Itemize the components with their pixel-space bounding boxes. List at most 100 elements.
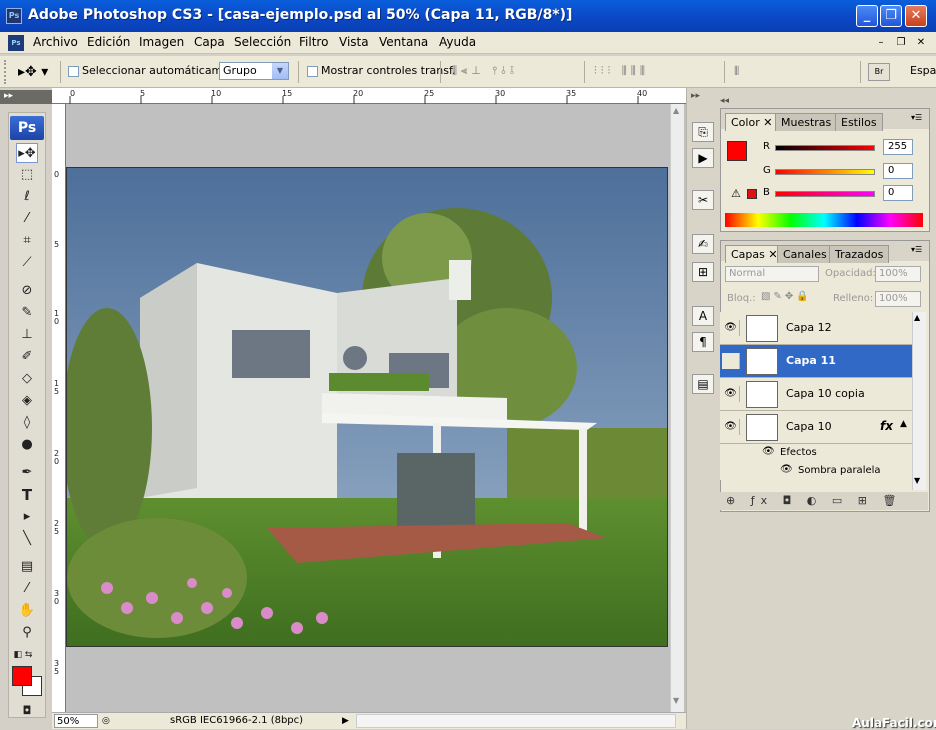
panel-foreground-swatch[interactable] xyxy=(727,141,747,161)
fill-field[interactable]: 100% xyxy=(875,291,921,307)
tab-trazados[interactable]: Trazados xyxy=(829,245,890,263)
menu-seleccion[interactable]: Selección xyxy=(234,35,291,49)
pen-tool[interactable]: ✒ xyxy=(16,463,38,483)
menu-imagen[interactable]: Imagen xyxy=(139,35,184,49)
tab-color[interactable]: Color ✕ xyxy=(725,113,779,131)
panel-menu-icon[interactable]: ▾☰ xyxy=(911,113,922,122)
vertical-ruler[interactable]: 0 5 1 0 1 5 2 0 2 5 3 0 3 5 xyxy=(52,104,66,712)
color-ramp[interactable] xyxy=(725,213,923,227)
foreground-color-swatch[interactable] xyxy=(12,666,32,686)
maximize-button[interactable]: ❐ xyxy=(880,5,902,27)
brushes-icon[interactable]: ✍ xyxy=(692,234,714,254)
tab-capas[interactable]: Capas ✕ xyxy=(725,245,784,263)
document-canvas[interactable] xyxy=(66,167,668,647)
tab-canales[interactable]: Canales xyxy=(777,245,833,263)
layer-row[interactable]: 👁 Capa 10 fx ▲ xyxy=(720,411,912,444)
actions-icon[interactable]: ▶ xyxy=(692,148,714,168)
eyedropper-tool[interactable]: ⁄ xyxy=(16,579,38,599)
effects-row[interactable]: 👁 Efectos xyxy=(720,444,912,462)
auto-select-checkbox[interactable] xyxy=(68,66,79,77)
align-icons-group[interactable]: ⫼⫷⊥ ⫯⫰⫱ xyxy=(452,64,582,80)
menu-ayuda[interactable]: Ayuda xyxy=(439,35,476,49)
navigator-icon[interactable]: ⎘ xyxy=(692,122,714,142)
menu-filtro[interactable]: Filtro xyxy=(299,35,328,49)
channel-b-slider[interactable] xyxy=(775,191,875,197)
workspace-label[interactable]: Espa xyxy=(910,64,936,77)
scroll-up-icon[interactable]: ▲ xyxy=(673,106,679,115)
layer-row[interactable]: 👁 Capa 12 xyxy=(720,312,912,345)
layers-panel-menu-icon[interactable]: ▾☰ xyxy=(911,245,922,254)
menu-edicion[interactable]: Edición xyxy=(87,35,130,49)
horizontal-ruler[interactable]: 0 5 10 15 20 25 30 35 40 xyxy=(52,88,686,104)
layers-scrollbar[interactable]: ▲ ▼ xyxy=(912,312,926,490)
character-icon[interactable]: A xyxy=(692,306,714,326)
clone-stamp-tool[interactable]: ⊥ xyxy=(16,325,38,345)
slice-tool[interactable]: ⟋ xyxy=(16,253,38,273)
zoom-field[interactable]: 50% xyxy=(54,714,98,728)
doc-close-button[interactable]: ✕ xyxy=(914,36,928,50)
history-brush-tool[interactable]: ✐ xyxy=(16,347,38,367)
channel-g-slider[interactable] xyxy=(775,169,875,175)
magic-wand-tool[interactable]: ⁄ xyxy=(16,209,38,229)
line-tool[interactable]: ╲ xyxy=(16,529,38,549)
healing-brush-tool[interactable]: ⊘ xyxy=(16,281,38,301)
horizontal-scrollbar[interactable] xyxy=(356,714,676,728)
blur-tool[interactable]: ◊ xyxy=(16,413,38,433)
eye-hidden-icon[interactable] xyxy=(722,353,740,369)
notes-tool[interactable]: ▤ xyxy=(16,557,38,577)
move-tool[interactable]: ▸✥ xyxy=(16,143,38,163)
brush-tool[interactable]: ✎ xyxy=(16,303,38,323)
document-icon[interactable]: Ps xyxy=(8,35,24,51)
move-tool-preset-icon[interactable]: ▸✥ ▾ xyxy=(18,62,54,82)
eraser-tool[interactable]: ◇ xyxy=(16,369,38,389)
menu-archivo[interactable]: Archivo xyxy=(33,35,78,49)
fx-icon[interactable]: fx xyxy=(880,419,893,433)
tab-estilos[interactable]: Estilos xyxy=(835,113,883,131)
effects-eye-icon[interactable]: 👁 xyxy=(762,446,775,457)
effect-eye-icon[interactable]: 👁 xyxy=(780,464,793,475)
web-color-swatch[interactable] xyxy=(747,189,757,199)
layer-comps-icon[interactable]: ▤ xyxy=(692,374,714,394)
quick-mask-icon[interactable]: ◘ xyxy=(16,701,38,721)
close-button[interactable]: ✕ xyxy=(905,5,927,27)
doc-minimize-button[interactable]: – xyxy=(874,36,888,50)
layer-row-selected[interactable]: Capa 11 xyxy=(720,345,912,378)
auto-select-dropdown[interactable]: Grupo ▼ xyxy=(219,62,289,80)
toolbox-collapse-icon[interactable]: ▸▸ xyxy=(4,91,13,101)
clone-source-icon[interactable]: ⊞ xyxy=(692,262,714,282)
minimize-button[interactable]: _ xyxy=(856,5,878,27)
scroll-up-icon[interactable]: ▲ xyxy=(914,313,920,322)
menu-capa[interactable]: Capa xyxy=(194,35,225,49)
eye-icon[interactable]: 👁 xyxy=(722,386,740,402)
warning-icon[interactable]: ⚠ xyxy=(731,187,741,200)
show-transform-checkbox[interactable] xyxy=(307,66,318,77)
scroll-down-icon[interactable]: ▼ xyxy=(914,476,920,485)
menu-ventana[interactable]: Ventana xyxy=(379,35,428,49)
vertical-scrollbar[interactable]: ▲ ▼ xyxy=(670,104,684,712)
tab-muestras[interactable]: Muestras xyxy=(775,113,838,131)
dodge-tool[interactable]: ● xyxy=(16,435,38,455)
blend-mode-dropdown[interactable]: Normal xyxy=(725,266,819,282)
channel-b-value[interactable]: 0 xyxy=(883,185,913,201)
scroll-down-icon[interactable]: ▼ xyxy=(673,696,679,705)
channel-r-slider[interactable] xyxy=(775,145,875,151)
zoom-tool[interactable]: ⚲ xyxy=(16,623,38,643)
default-colors-icon[interactable]: ◧ ⇆ xyxy=(12,645,34,665)
status-menu-arrow-icon[interactable]: ▶ xyxy=(342,714,349,728)
effect-item-row[interactable]: 👁 Sombra paralela xyxy=(720,462,912,480)
marquee-tool[interactable]: ⬚ xyxy=(16,165,38,185)
channel-r-value[interactable]: 255 xyxy=(883,139,913,155)
opacity-field[interactable]: 100% xyxy=(875,266,921,282)
photoshop-logo[interactable]: Ps xyxy=(10,116,44,140)
dock-collapse-icon[interactable]: ▸▸ xyxy=(691,91,700,101)
eye-icon[interactable]: 👁 xyxy=(722,419,740,435)
path-selection-tool[interactable]: ▸ xyxy=(16,507,38,527)
doc-restore-button[interactable]: ❐ xyxy=(894,36,908,50)
lasso-tool[interactable]: ℓ xyxy=(16,187,38,207)
options-grip[interactable] xyxy=(4,60,10,84)
hand-tool[interactable]: ✋ xyxy=(16,601,38,621)
text-tool[interactable]: T xyxy=(16,485,38,505)
auto-align-icon[interactable]: ⦀ xyxy=(734,64,752,80)
layers-bottom-toolbar[interactable]: ⊕ ƒx ◘ ◐ ▭ ⊞ 🗑 xyxy=(720,492,928,510)
bridge-button[interactable]: Br xyxy=(868,63,890,81)
